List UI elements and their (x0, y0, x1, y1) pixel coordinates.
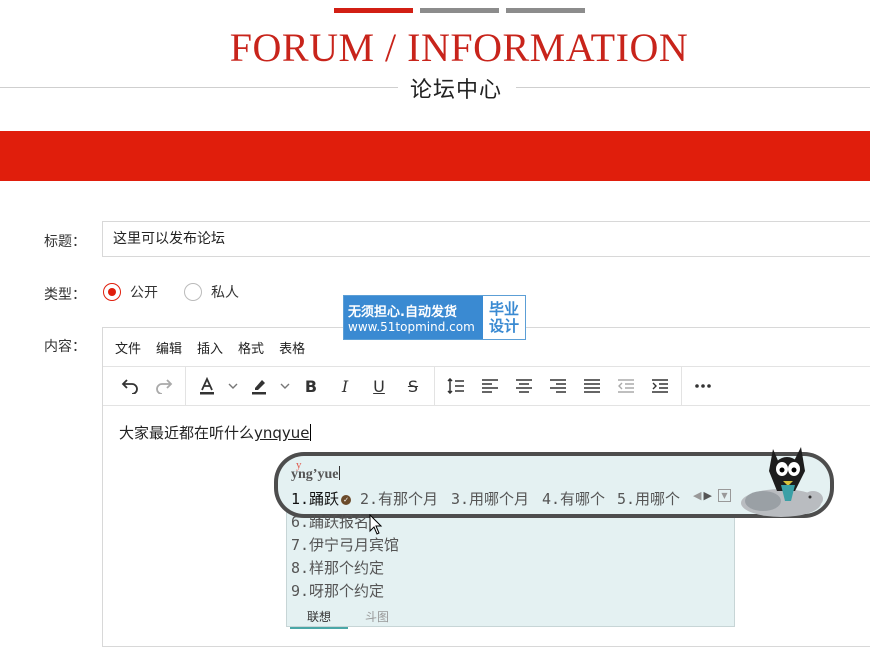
indent-icon[interactable] (643, 371, 677, 401)
font-color-icon[interactable] (190, 371, 224, 401)
ime-candidate-1[interactable]: 1.踊跃 ✓ (291, 488, 352, 509)
content-text: 大家最近都在听什么 (119, 424, 255, 442)
highlight-icon[interactable] (242, 371, 276, 401)
ime-candidate-7[interactable]: 7.伊宁弓月宾馆 (291, 534, 399, 555)
top-tab-indicators (334, 8, 585, 13)
ime-candidate-4[interactable]: 4.有哪个 (542, 488, 605, 509)
heading-divider-right (516, 87, 870, 88)
ime-tabs: 联想 斗图 (290, 608, 406, 629)
bold-icon[interactable]: B (294, 371, 328, 401)
watermark-line1: 无须担心.自动发货 (348, 305, 457, 320)
chevron-down-icon[interactable] (224, 371, 242, 401)
chevron-down-icon[interactable] (276, 371, 294, 401)
tab-indicator[interactable] (506, 8, 585, 13)
undo-icon[interactable] (113, 371, 147, 401)
editor-toolbar: B I U S (103, 367, 870, 406)
cat-mascot-icon (741, 447, 823, 517)
menu-table[interactable]: 表格 (279, 338, 305, 357)
title-input[interactable]: 这里可以发布论坛 (102, 221, 870, 257)
text-caret (309, 424, 311, 441)
ime-candidate-9[interactable]: 9.呀那个约定 (291, 580, 384, 601)
radio-private-label: 私人 (211, 285, 239, 301)
toolbar-separator (185, 367, 186, 405)
ime-candidate-2[interactable]: 2.有那个月 (360, 488, 438, 509)
radio-public-label: 公开 (130, 285, 158, 301)
ime-caret (339, 466, 341, 480)
watermark-right: 毕业 设计 (483, 296, 525, 339)
heading-divider-left (0, 87, 398, 88)
ime-correction-mark: y (296, 459, 302, 471)
more-icon[interactable] (686, 371, 720, 401)
radio-unchecked-icon[interactable] (184, 283, 202, 301)
menu-file[interactable]: 文件 (115, 338, 141, 357)
watermark-badge: 无须担心.自动发货 www.51topmind.com 毕业 设计 (343, 295, 526, 340)
radio-private[interactable]: 私人 (184, 282, 239, 302)
strikethrough-icon[interactable]: S (396, 371, 430, 401)
line-height-icon[interactable] (439, 371, 473, 401)
menu-insert[interactable]: 插入 (197, 338, 223, 357)
title-label: 标题： (44, 234, 86, 250)
align-left-icon[interactable] (473, 371, 507, 401)
underline-icon[interactable]: U (362, 371, 396, 401)
tab-indicator-active[interactable] (334, 8, 413, 13)
redo-icon[interactable] (147, 371, 181, 401)
ime-composition-text: ynqyue (254, 424, 310, 442)
watermark-left: 无须担心.自动发货 www.51topmind.com (344, 296, 483, 339)
watermark-line2: www.51topmind.com (348, 320, 475, 334)
ime-pager: ◀ ▶ ▼ (693, 489, 731, 502)
red-banner (0, 131, 870, 181)
outdent-icon[interactable] (609, 371, 643, 401)
page-title-en: FORUM / INFORMATION (229, 25, 689, 70)
ime-candidate-8[interactable]: 8.样那个约定 (291, 557, 384, 578)
radio-public[interactable]: 公开 (103, 282, 158, 302)
align-center-icon[interactable] (507, 371, 541, 401)
menu-format[interactable]: 格式 (238, 338, 264, 357)
watermark-right-line1: 毕业 (488, 299, 519, 318)
check-badge-icon: ✓ (341, 495, 352, 505)
ime-tab-association[interactable]: 联想 (290, 608, 348, 629)
page-next-icon[interactable]: ▶ (703, 489, 711, 502)
page-title-cn: 论坛中心 (410, 78, 503, 103)
page-prev-icon[interactable]: ◀ (693, 489, 701, 502)
ime-tab-sticker[interactable]: 斗图 (348, 608, 406, 629)
toolbar-separator (681, 367, 682, 405)
ime-pinyin: y yng’yue (291, 459, 341, 483)
mouse-cursor-icon (369, 514, 383, 535)
ime-candidate-5[interactable]: 5.用哪个 (617, 488, 680, 509)
tab-indicator[interactable] (420, 8, 499, 13)
watermark-right-line2: 设计 (488, 316, 519, 335)
editor-content[interactable]: 大家最近都在听什么ynqyue (119, 422, 311, 443)
align-right-icon[interactable] (541, 371, 575, 401)
justify-icon[interactable] (575, 371, 609, 401)
toolbar-separator (434, 367, 435, 405)
italic-icon[interactable]: I (328, 371, 362, 401)
expand-icon[interactable]: ▼ (717, 489, 731, 502)
content-label: 内容： (44, 339, 86, 355)
type-label: 类型： (44, 287, 86, 303)
ime-candidate-6[interactable]: 6.踊跃报名 (291, 511, 369, 532)
radio-checked-icon[interactable] (103, 283, 121, 301)
menu-edit[interactable]: 编辑 (156, 338, 182, 357)
ime-candidate-3[interactable]: 3.用哪个月 (451, 488, 529, 509)
